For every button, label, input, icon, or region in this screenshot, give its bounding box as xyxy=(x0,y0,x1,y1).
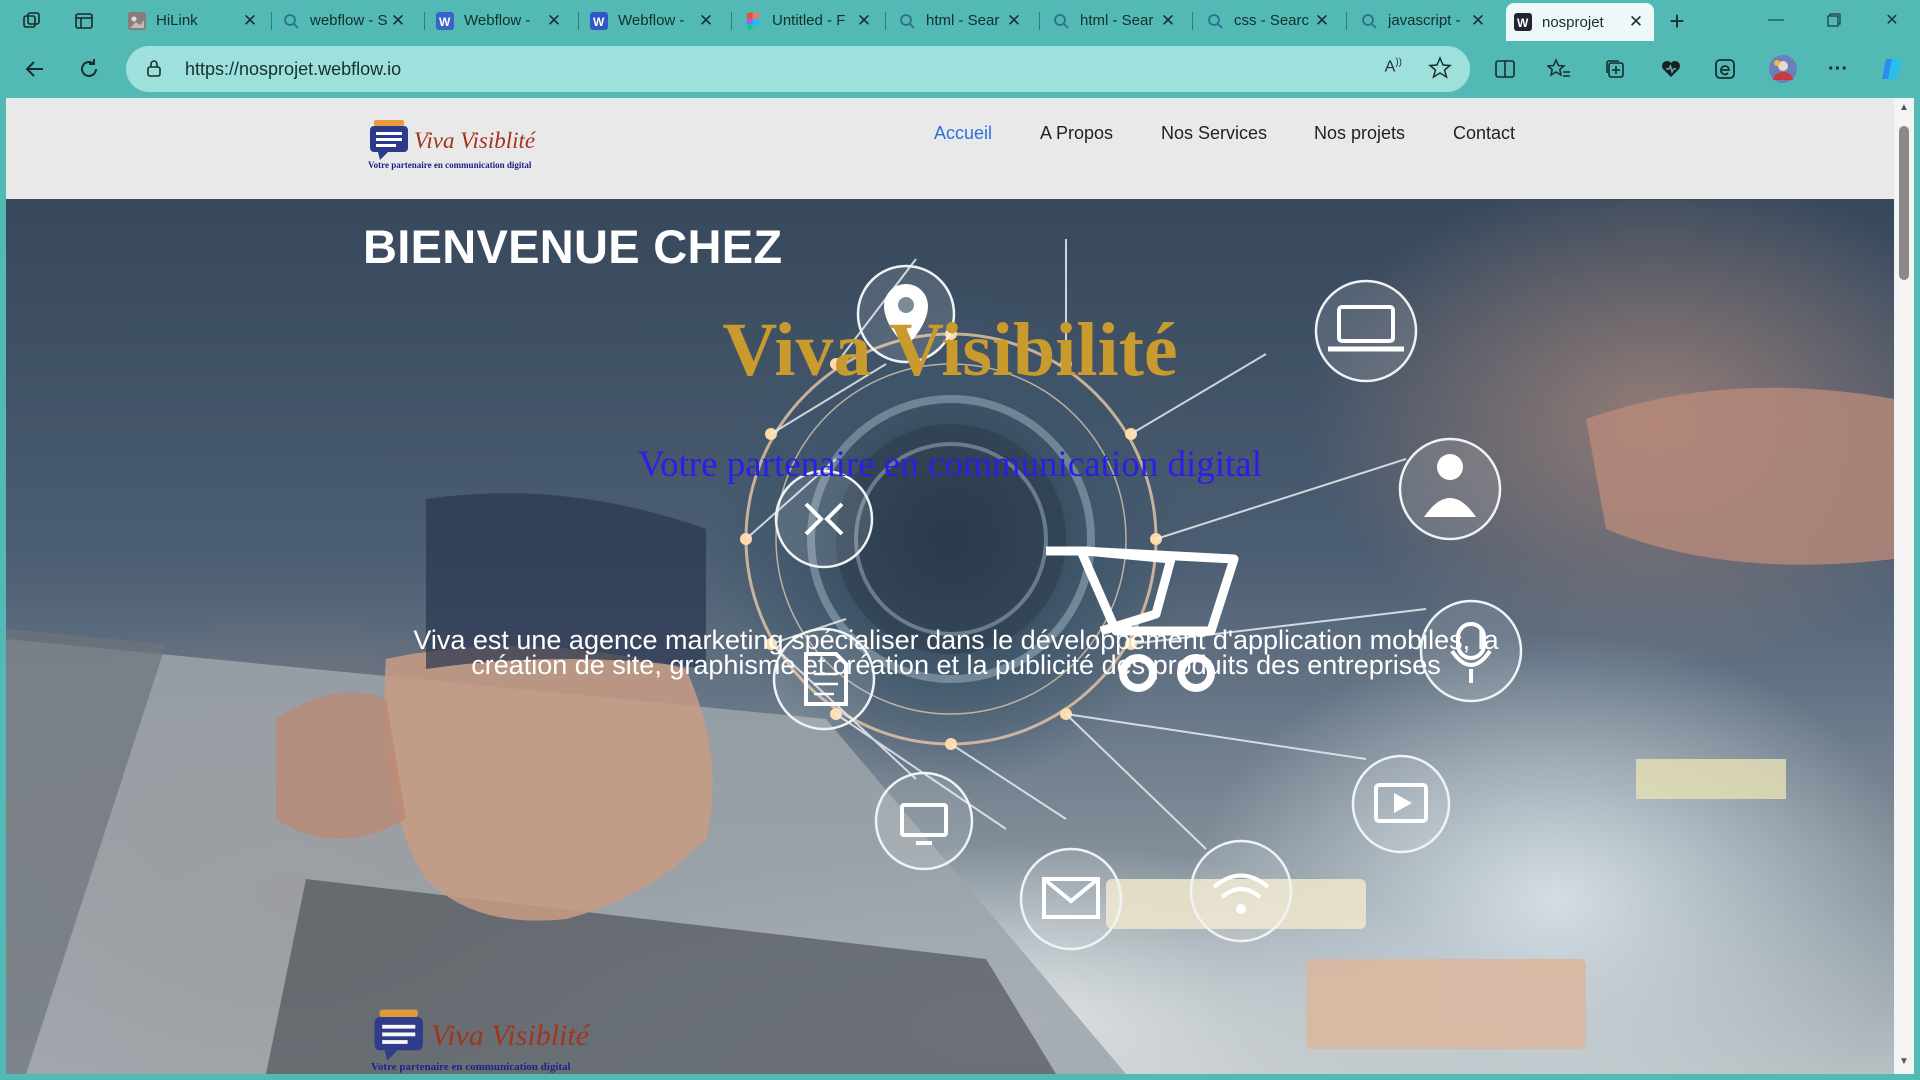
minimize-icon[interactable]: — xyxy=(1752,6,1800,34)
tab-webflow-search[interactable]: webflow - S ✕ xyxy=(274,4,416,37)
site-logo[interactable]: Viva Visiblité Votre partenaire en commu… xyxy=(368,118,558,174)
new-tab-icon[interactable]: + xyxy=(1664,6,1690,36)
browser-toolbar: https://nosprojet.webflow.io A)) ··· xyxy=(0,41,1920,96)
nav-contact[interactable]: Contact xyxy=(1453,123,1515,144)
close-icon[interactable]: ✕ xyxy=(1626,12,1646,32)
close-icon[interactable]: ✕ xyxy=(1158,11,1178,31)
back-icon[interactable] xyxy=(17,51,53,87)
hero-brand-title: Viva Visibilité xyxy=(722,308,1178,392)
search-icon xyxy=(1206,12,1224,30)
window-bottom-border xyxy=(0,1074,1920,1080)
tab-title: javascript - xyxy=(1388,12,1461,29)
tab-css-search[interactable]: css - Searc ✕ xyxy=(1198,4,1340,37)
tab-webflow-2[interactable]: W Webflow - ✕ xyxy=(582,4,724,37)
tab-html-search-2[interactable]: html - Sear ✕ xyxy=(1044,4,1186,37)
more-options-icon[interactable]: ··· xyxy=(1820,51,1856,87)
tab-actions-icon[interactable] xyxy=(71,8,97,34)
search-icon xyxy=(1360,12,1378,30)
page-scrollbar[interactable]: ▲ ▼ xyxy=(1894,98,1914,1074)
logo-chat-icon xyxy=(374,1009,423,1061)
favorites-icon[interactable] xyxy=(1541,51,1577,87)
footer-logo-tagline: Votre partenaire en communication digita… xyxy=(371,1061,571,1073)
logo-name: Viva Visiblité xyxy=(414,128,536,153)
tab-figma-untitled[interactable]: Untitled - F ✕ xyxy=(736,4,882,37)
collections-icon[interactable] xyxy=(1597,51,1633,87)
tab-title: HiLink xyxy=(156,12,198,29)
logo-tagline: Votre partenaire en communication digita… xyxy=(368,160,532,170)
hero-welcome-heading: BIENVENUE CHEZ xyxy=(363,220,783,273)
image-favicon-icon xyxy=(128,11,146,30)
tab-title: html - Sear xyxy=(1080,12,1154,29)
tab-title: Untitled - F xyxy=(772,12,846,29)
tab-webflow-1[interactable]: W Webflow - ✕ xyxy=(428,4,572,37)
copilot-icon[interactable] xyxy=(1874,51,1910,87)
svg-text:W: W xyxy=(1517,16,1529,30)
refresh-icon[interactable] xyxy=(71,51,107,87)
footer-logo-name: Viva Visiblité xyxy=(431,1019,590,1052)
tab-title: Webflow - xyxy=(464,12,531,29)
restore-icon[interactable] xyxy=(1810,6,1858,34)
extension-heart-icon[interactable] xyxy=(1653,51,1689,87)
close-icon[interactable]: ✕ xyxy=(1468,11,1488,31)
tab-title: html - Sear xyxy=(926,12,1000,29)
window-close-icon[interactable]: ✕ xyxy=(1868,6,1916,34)
webflow-icon: W xyxy=(590,11,608,30)
close-icon[interactable]: ✕ xyxy=(240,11,260,31)
tab-hilink[interactable]: HiLink ✕ xyxy=(120,4,268,37)
scroll-up-arrow-icon[interactable]: ▲ xyxy=(1897,102,1911,116)
lock-icon[interactable] xyxy=(146,59,162,82)
close-icon[interactable]: ✕ xyxy=(696,11,716,31)
webflow-icon: W xyxy=(1514,13,1532,31)
tab-nosprojet-active[interactable]: W nosprojet ✕ xyxy=(1506,3,1654,41)
browser-essentials-icon[interactable] xyxy=(1707,51,1743,87)
hero-description: Viva est une agence marketing spécialise… xyxy=(413,625,1499,680)
close-icon[interactable]: ✕ xyxy=(1312,11,1332,31)
favorite-star-icon[interactable] xyxy=(1428,56,1452,85)
webflow-icon: W xyxy=(436,11,454,30)
close-icon[interactable]: ✕ xyxy=(1004,11,1024,31)
svg-text:W: W xyxy=(593,15,605,29)
shopping-cart-icon xyxy=(1046,546,1239,636)
browser-tab-strip: HiLink ✕ webflow - S ✕ W Webflow - ✕ W W… xyxy=(0,0,1920,41)
svg-text:W: W xyxy=(439,15,451,29)
tab-title: webflow - S xyxy=(310,12,388,29)
scrollbar-thumb[interactable] xyxy=(1899,126,1909,280)
split-screen-icon[interactable] xyxy=(1487,51,1523,87)
logo-chat-icon xyxy=(370,120,408,160)
close-icon[interactable]: ✕ xyxy=(388,11,408,31)
search-icon xyxy=(1052,12,1070,30)
read-aloud-icon[interactable]: A)) xyxy=(1385,57,1402,76)
figma-icon xyxy=(744,12,762,30)
tab-title: css - Searc xyxy=(1234,12,1310,29)
close-icon[interactable]: ✕ xyxy=(854,11,874,31)
search-icon xyxy=(898,12,916,30)
nav-accueil[interactable]: Accueil xyxy=(934,123,992,144)
address-bar[interactable]: https://nosprojet.webflow.io A)) xyxy=(126,46,1470,92)
tab-title: Webflow - xyxy=(618,12,685,29)
hero-subtitle: Votre partenaire en communication digita… xyxy=(638,444,1262,485)
nav-nos-services[interactable]: Nos Services xyxy=(1161,123,1267,144)
site-header: Viva Visiblité Votre partenaire en commu… xyxy=(6,98,1894,199)
profile-avatar-icon[interactable] xyxy=(1765,51,1801,87)
url-text[interactable]: https://nosprojet.webflow.io xyxy=(185,59,401,80)
nav-nos-projets[interactable]: Nos projets xyxy=(1314,123,1405,144)
tab-javascript-search[interactable]: javascript - ✕ xyxy=(1352,4,1496,37)
page-viewport: Viva Visiblité Votre partenaire en commu… xyxy=(6,98,1894,1074)
tab-html-search-1[interactable]: html - Sear ✕ xyxy=(890,4,1032,37)
workspaces-icon[interactable] xyxy=(19,8,45,34)
tab-title: nosprojet xyxy=(1542,13,1604,31)
footer-logo[interactable]: Viva Visiblité Votre partenaire en commu… xyxy=(371,1007,621,1074)
search-icon xyxy=(282,12,300,30)
close-icon[interactable]: ✕ xyxy=(544,11,564,31)
hero-section: BIENVENUE CHEZ Viva Visibilité Votre par… xyxy=(6,199,1894,1074)
scroll-down-arrow-icon[interactable]: ▼ xyxy=(1897,1056,1911,1070)
nav-a-propos[interactable]: A Propos xyxy=(1040,123,1113,144)
